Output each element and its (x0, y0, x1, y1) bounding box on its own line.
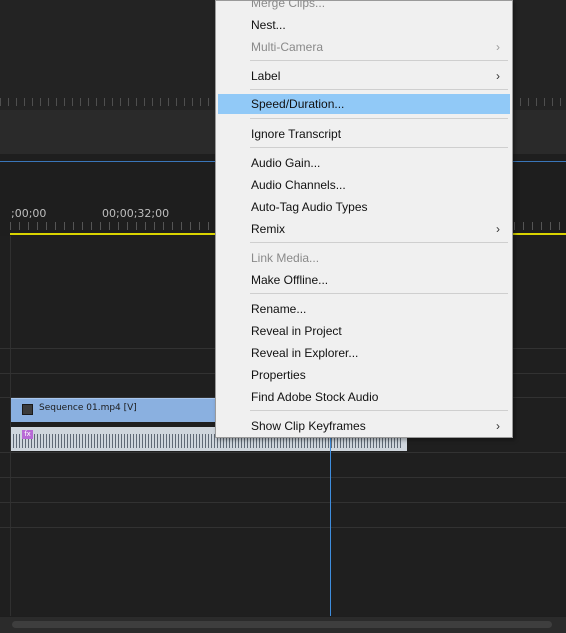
video-clip[interactable]: Sequence 01.mp4 [V] (11, 398, 217, 422)
scrollbar-thumb[interactable] (12, 621, 552, 628)
video-clip-title: Sequence 01.mp4 [V] (39, 403, 137, 413)
clip-link-icon (22, 404, 33, 415)
track-separator (0, 527, 566, 528)
menu-item-auto-tag-audio[interactable]: Auto-Tag Audio Types (218, 197, 510, 217)
menu-item-audio-channels[interactable]: Audio Channels... (218, 175, 510, 195)
time-label-32s: 00;00;32;00 (102, 207, 170, 220)
menu-item-ignore-transcript[interactable]: Ignore Transcript (218, 124, 510, 144)
menu-separator (250, 60, 508, 61)
menu-item-label: Audio Channels... (251, 178, 346, 192)
menu-item-label: Properties (251, 368, 306, 382)
menu-item-speed-duration[interactable]: Speed/Duration... (218, 94, 510, 114)
menu-item-reveal-in-explorer[interactable]: Reveal in Explorer... (218, 343, 510, 363)
menu-item-reveal-in-project[interactable]: Reveal in Project (218, 321, 510, 341)
menu-item-link-media: Link Media... (218, 248, 510, 268)
menu-item-merge-clips: Merge Clips... (218, 0, 510, 13)
track-header-divider (10, 236, 11, 616)
menu-item-label: Reveal in Project (251, 324, 342, 338)
menu-item-label: Make Offline... (251, 273, 329, 287)
menu-item-show-clip-keyframes[interactable]: Show Clip Keyframes › (218, 416, 510, 436)
menu-item-label: Link Media... (251, 251, 320, 265)
playhead-line[interactable] (330, 420, 331, 616)
menu-item-label-submenu[interactable]: Label › (218, 66, 510, 86)
menu-item-label: Speed/Duration... (251, 97, 345, 111)
menu-item-label: Remix (251, 222, 286, 236)
menu-separator (250, 242, 508, 243)
menu-separator (250, 293, 508, 294)
submenu-arrow-icon: › (496, 222, 500, 236)
menu-item-label: Show Clip Keyframes (251, 419, 366, 433)
menu-item-properties[interactable]: Properties (218, 365, 510, 385)
menu-item-label: Reveal in Explorer... (251, 346, 359, 360)
menu-item-label: Audio Gain... (251, 156, 321, 170)
menu-item-label: Multi-Camera (251, 40, 324, 54)
menu-item-label: Ignore Transcript (251, 127, 342, 141)
menu-item-remix[interactable]: Remix › (218, 219, 510, 239)
menu-item-label: Find Adobe Stock Audio (251, 390, 379, 404)
menu-separator (250, 89, 508, 90)
menu-separator (250, 118, 508, 119)
time-label-start: ;00;00 (11, 207, 47, 220)
menu-item-label: Rename... (251, 302, 307, 316)
clip-context-menu: Merge Clips... Nest... Multi-Camera › La… (215, 0, 513, 438)
menu-item-audio-gain[interactable]: Audio Gain... (218, 153, 510, 173)
fx-badge-icon: fx (22, 430, 33, 439)
menu-item-multi-camera: Multi-Camera › (218, 37, 510, 57)
menu-item-label: Auto-Tag Audio Types (251, 200, 368, 214)
menu-item-find-adobe-stock-audio[interactable]: Find Adobe Stock Audio (218, 387, 510, 407)
menu-item-label: Merge Clips... (251, 0, 326, 10)
menu-item-label: Label (251, 69, 281, 83)
track-separator (0, 452, 566, 453)
menu-item-make-offline[interactable]: Make Offline... (218, 270, 510, 290)
track-separator (0, 477, 566, 478)
submenu-arrow-icon: › (496, 40, 500, 54)
menu-item-nest[interactable]: Nest... (218, 15, 510, 35)
submenu-arrow-icon: › (496, 69, 500, 83)
menu-item-label: Nest... (251, 18, 286, 32)
submenu-arrow-icon: › (496, 419, 500, 433)
track-separator (0, 502, 566, 503)
menu-separator (250, 147, 508, 148)
menu-separator (250, 410, 508, 411)
menu-item-rename[interactable]: Rename... (218, 299, 510, 319)
